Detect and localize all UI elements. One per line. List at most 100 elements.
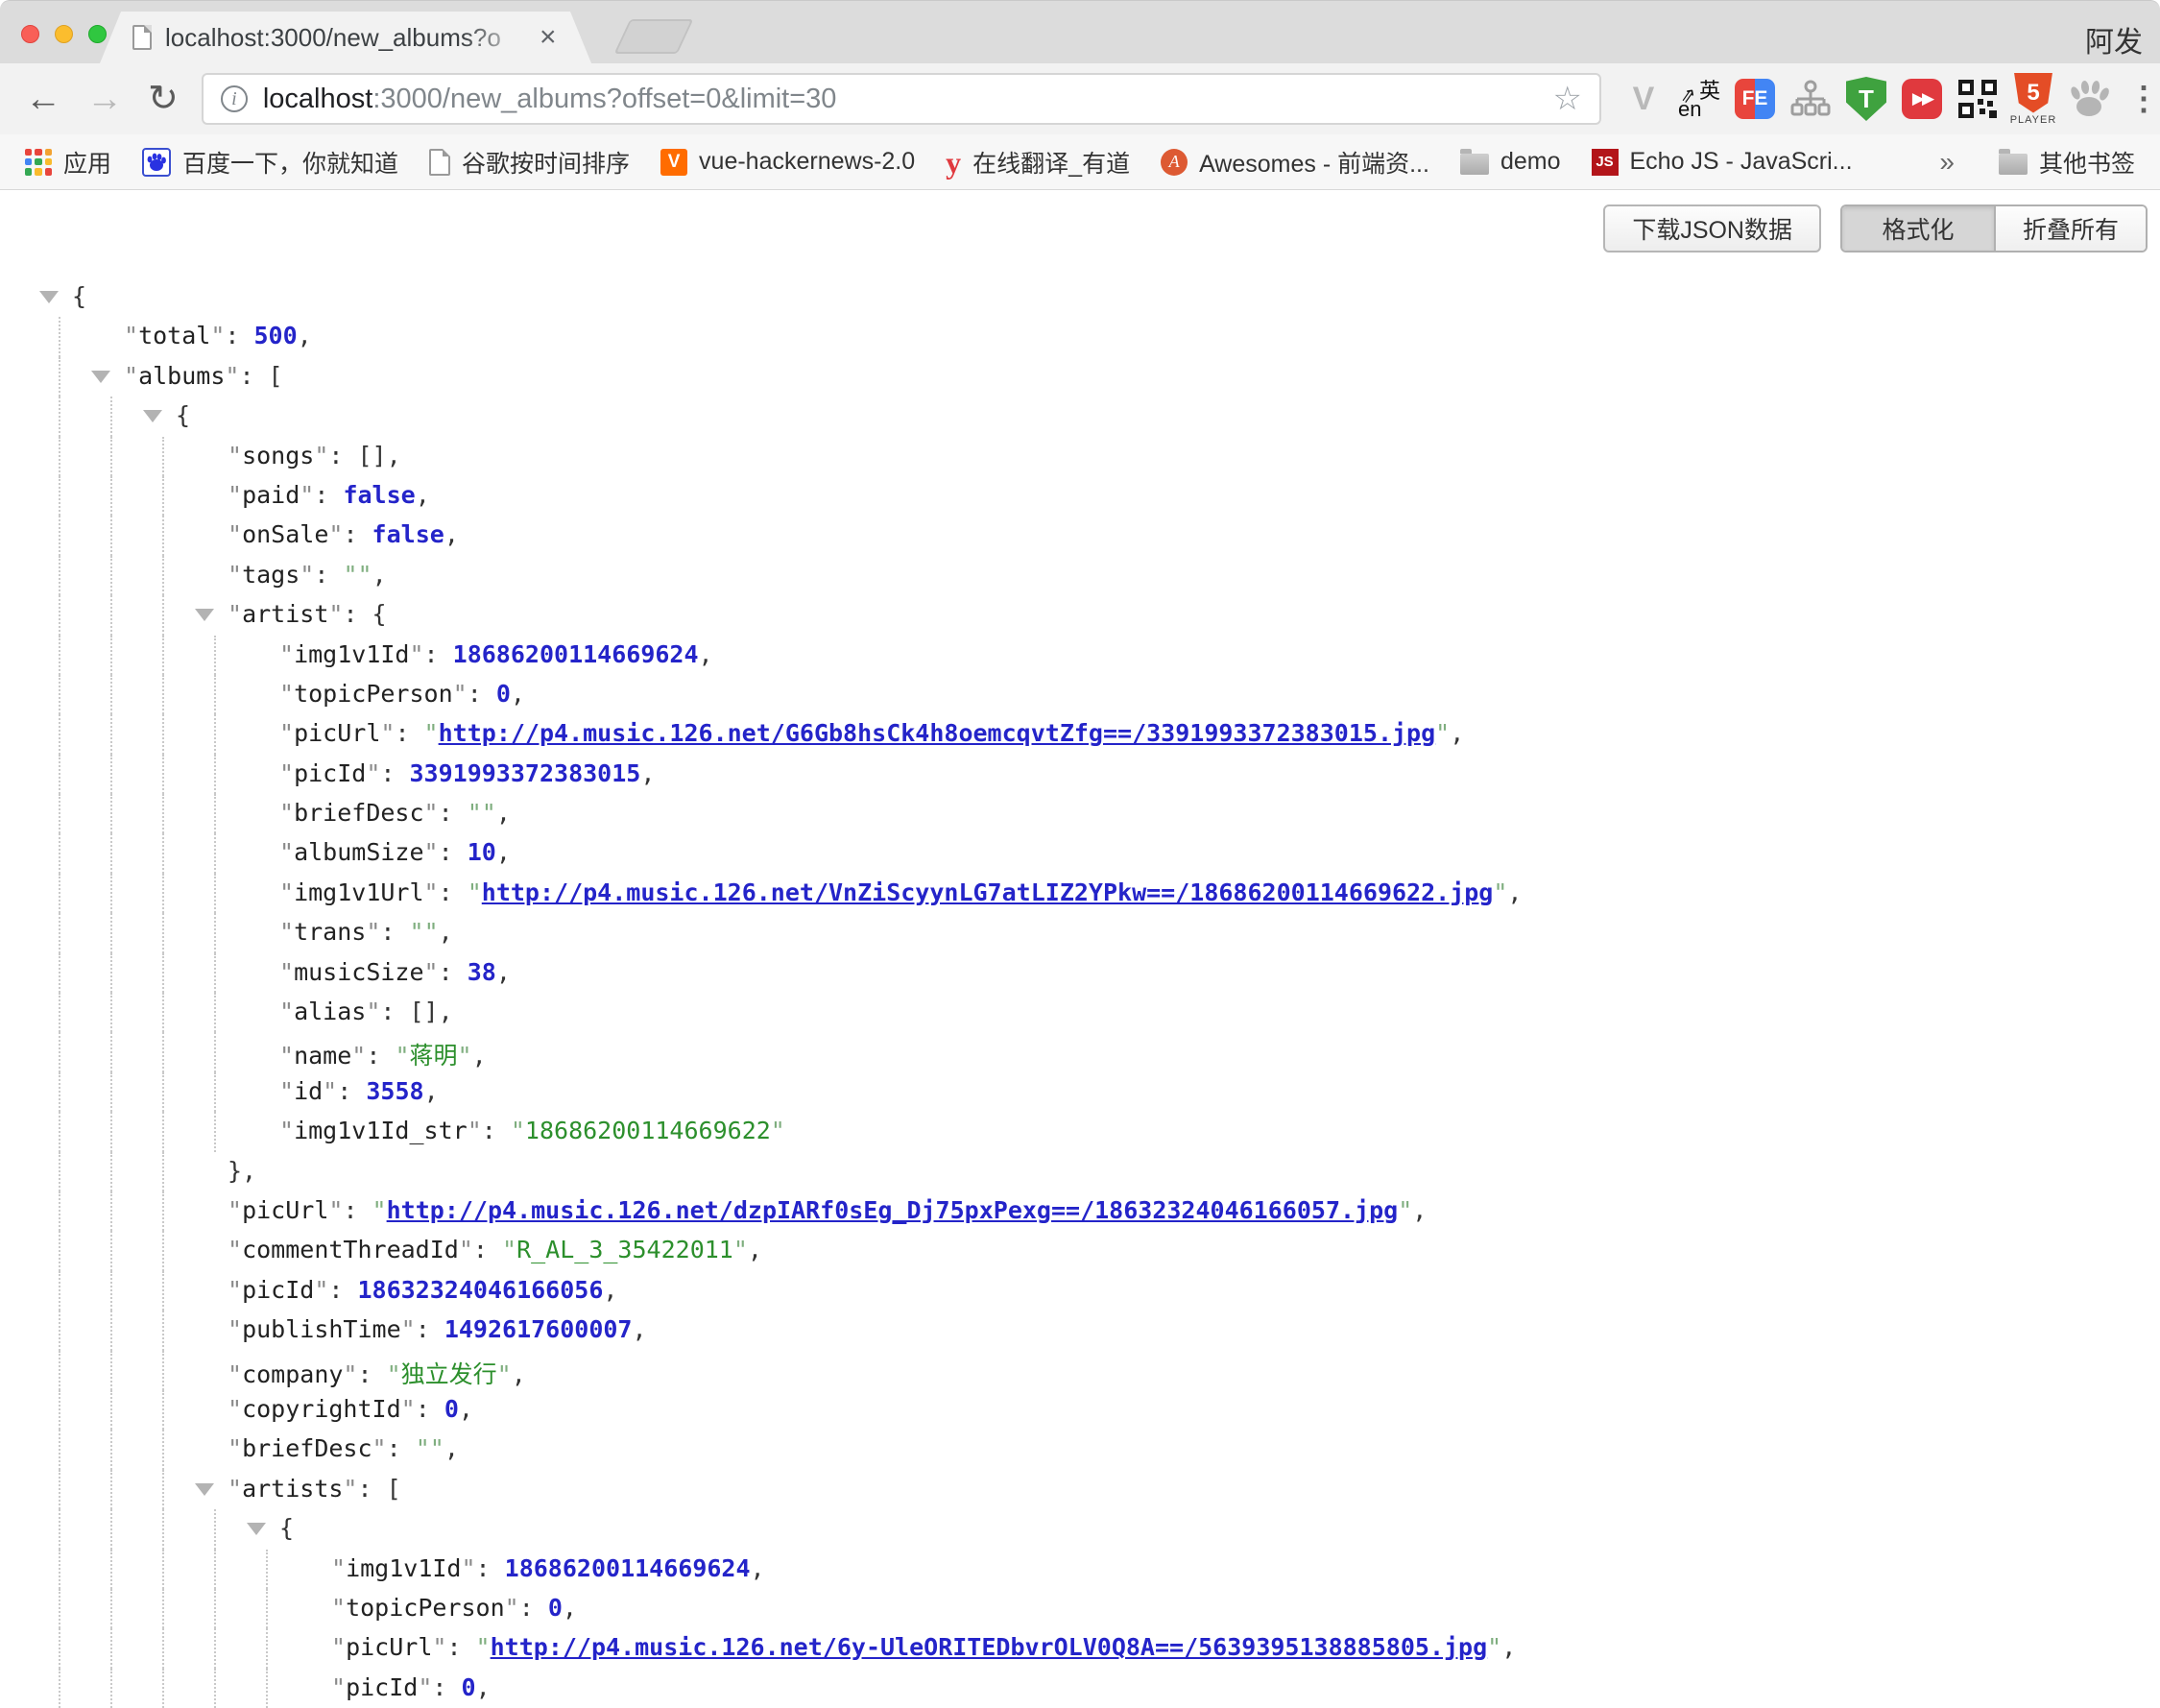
bookmarks-overflow-icon[interactable]: »	[1932, 147, 1962, 178]
back-icon[interactable]: ←	[25, 81, 61, 117]
json-line: "picId": 3391993372383015,	[0, 755, 2160, 794]
json-url-link[interactable]: http://p4.music.126.net/dzpIARf0sEg_Dj75…	[387, 1196, 1399, 1224]
bookmark-item[interactable]: Vvue-hackernews-2.0	[649, 142, 926, 181]
collapse-all-button[interactable]: 折叠所有	[1994, 206, 2146, 251]
json-line: "picId": 0,	[0, 1669, 2160, 1708]
vue-icon: V	[660, 149, 687, 176]
bookmark-item[interactable]: demo	[1449, 142, 1572, 181]
download-json-button[interactable]: 下载JSON数据	[1603, 204, 1821, 253]
collapse-triangle-icon[interactable]	[247, 1523, 266, 1535]
fe-helper-extension-icon[interactable]: FE	[1734, 74, 1776, 124]
video-helper-extension-icon[interactable]: ▶▶	[1901, 74, 1943, 124]
json-line: "publishTime": 1492617600007,	[0, 1311, 2160, 1350]
json-line: "musicSize": 38,	[0, 953, 2160, 993]
translator-extension-icon[interactable]: ⇗英en	[1678, 74, 1720, 124]
youdao-icon: y	[946, 147, 961, 178]
qr-code-extension-icon[interactable]	[1956, 74, 1999, 124]
collapse-triangle-icon[interactable]	[143, 410, 162, 422]
fullscreen-window-button[interactable]	[88, 25, 107, 43]
json-line: "total": 500,	[0, 317, 2160, 356]
json-url-link[interactable]: http://p4.music.126.net/6y-UleORITEDbvrO…	[491, 1633, 1488, 1661]
window-titlebar: localhost:3000/new_albums?o × 阿发	[0, 0, 2160, 63]
profile-name: 阿发	[2085, 18, 2143, 60]
close-window-button[interactable]	[21, 25, 39, 43]
json-url-link[interactable]: http://p4.music.126.net/VnZiScyynLG7atLI…	[482, 878, 1494, 906]
hovered-line-highlight	[84, 314, 2143, 358]
traffic-lights	[21, 25, 107, 43]
json-line: {	[0, 397, 2160, 436]
echojs-icon: JS	[1592, 149, 1619, 176]
json-line: "topicPerson": 0,	[0, 1589, 2160, 1628]
bookmark-items: 应用 百度一下，你就知道谷歌按时间排序Vvue-hackernews-2.0 y 在线…	[13, 139, 1932, 185]
bookmark-item[interactable]: 百度一下，你就知道	[131, 139, 410, 185]
json-line: "company": "独立发行",	[0, 1351, 2160, 1390]
collapse-triangle-icon[interactable]	[195, 609, 214, 621]
new-tab-button[interactable]	[614, 19, 694, 54]
json-line: "trans": "",	[0, 913, 2160, 952]
bookmark-item[interactable]: 应用	[13, 139, 123, 185]
html5-player-extension-icon[interactable]: 5PLAYER	[2012, 74, 2054, 124]
url-text: localhost:3000/new_albums?offset=0&limit…	[263, 84, 1544, 115]
baidu-paw-icon	[142, 148, 171, 177]
json-line: "songs": [],	[0, 437, 2160, 476]
address-bar[interactable]: i localhost:3000/new_albums?offset=0&lim…	[202, 73, 1601, 125]
json-line: "img1v1Id": 18686200114669624,	[0, 1550, 2160, 1589]
json-line: "img1v1Id": 18686200114669624,	[0, 636, 2160, 675]
json-line: "alias": [],	[0, 993, 2160, 1032]
apps-grid-icon	[25, 149, 52, 176]
json-line: {	[0, 1509, 2160, 1549]
json-line: },	[0, 1152, 2160, 1191]
reload-icon[interactable]: ↻	[148, 81, 179, 117]
json-line: "topicPerson": 0,	[0, 675, 2160, 714]
bookmark-label: 在线翻译_有道	[972, 145, 1130, 180]
bookmark-label: Echo JS - JavaScri...	[1630, 148, 1853, 176]
json-line: "commentThreadId": "R_AL_3_35422011",	[0, 1231, 2160, 1270]
json-line: "picUrl": "http://p4.music.126.net/6y-Ul…	[0, 1628, 2160, 1668]
bookmark-label: Awesomes - 前端资...	[1199, 145, 1429, 180]
json-line: "briefDesc": "",	[0, 794, 2160, 833]
json-line: "name": "蒋明",	[0, 1032, 2160, 1071]
json-url-link[interactable]: http://p4.music.126.net/G6Gb8hsCk4h8oemc…	[439, 719, 1436, 747]
json-line: "albumSize": 10,	[0, 833, 2160, 873]
bookmark-star-icon[interactable]: ☆	[1553, 80, 1582, 118]
json-line: {	[0, 277, 2160, 317]
format-button[interactable]: 格式化	[1842, 206, 1994, 251]
vue-devtools-extension-icon[interactable]: V	[1622, 74, 1665, 124]
bookmark-item[interactable]: AAwesomes - 前端资...	[1149, 139, 1441, 185]
json-line: "img1v1Url": "http://p4.music.126.net/Vn…	[0, 874, 2160, 913]
other-bookmarks-folder[interactable]: 其他书签	[1987, 139, 2147, 185]
json-line: "tags": "",	[0, 556, 2160, 595]
json-line: "img1v1Id_str": "18686200114669622"	[0, 1112, 2160, 1151]
extensions-row: V ⇗英en FE T ▶▶ 5PLAYER	[1622, 74, 2110, 124]
json-line: "id": 3558,	[0, 1072, 2160, 1112]
browser-tab[interactable]: localhost:3000/new_albums?o ×	[100, 12, 591, 63]
claw-extension-icon[interactable]	[2068, 74, 2110, 124]
minimize-window-button[interactable]	[55, 25, 73, 43]
forward-icon: →	[86, 81, 123, 117]
json-line: "picUrl": "http://p4.music.126.net/G6Gb8…	[0, 714, 2160, 754]
bookmarks-bar: 应用 百度一下，你就知道谷歌按时间排序Vvue-hackernews-2.0 y 在线…	[0, 134, 2160, 190]
json-line: "paid": false,	[0, 476, 2160, 516]
tab-title: localhost:3000/new_albums?o	[165, 23, 530, 53]
collapse-triangle-icon[interactable]	[39, 291, 59, 303]
tab-close-icon[interactable]: ×	[540, 23, 557, 52]
json-line: "onSale": false,	[0, 516, 2160, 555]
bookmark-item[interactable]: JS Echo JS - JavaScri...	[1580, 142, 1864, 181]
bookmark-item[interactable]: 谷歌按时间排序	[418, 139, 641, 185]
collapse-triangle-icon[interactable]	[91, 371, 110, 383]
sitemap-extension-icon[interactable]	[1789, 74, 1832, 124]
bookmark-label: demo	[1500, 148, 1561, 176]
bookmark-item[interactable]: y 在线翻译_有道	[934, 139, 1141, 185]
view-mode-segmented-control: 格式化 折叠所有	[1840, 204, 2148, 253]
collapse-triangle-icon[interactable]	[195, 1483, 214, 1496]
tampermonkey-extension-icon[interactable]: T	[1845, 74, 1887, 124]
page-actions: 下载JSON数据 格式化 折叠所有	[1603, 204, 2148, 253]
bookmark-label: 百度一下，你就知道	[182, 145, 398, 180]
json-line: "picId": 18632324046166056,	[0, 1271, 2160, 1311]
page-info-icon[interactable]: i	[221, 85, 248, 112]
chrome-menu-icon[interactable]: ⋮	[2127, 80, 2160, 118]
bookmark-label: 应用	[63, 145, 111, 180]
json-line: "copyrightId": 0,	[0, 1390, 2160, 1430]
folder-icon	[1460, 154, 1489, 175]
json-line: "briefDesc": "",	[0, 1430, 2160, 1469]
